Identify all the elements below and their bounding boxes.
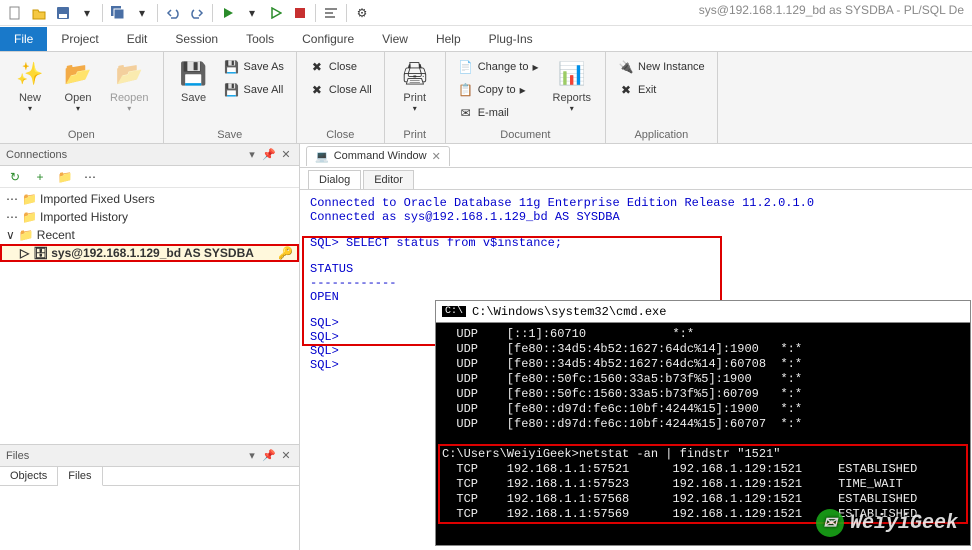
- reopen-button[interactable]: 📂Reopen▾: [104, 56, 155, 115]
- redo-icon[interactable]: [186, 2, 208, 24]
- format-icon[interactable]: [320, 2, 342, 24]
- tree-item[interactable]: ∨📁Recent: [0, 226, 299, 244]
- debug-icon[interactable]: [265, 2, 287, 24]
- print-group-label: Print: [393, 127, 437, 141]
- tab-files[interactable]: Files: [58, 467, 102, 486]
- menu-edit[interactable]: Edit: [113, 27, 162, 51]
- save-button[interactable]: 💾Save: [172, 56, 216, 106]
- close-icon[interactable]: ✕: [432, 150, 441, 163]
- menu-tools[interactable]: Tools: [232, 27, 288, 51]
- save-icon[interactable]: [52, 2, 74, 24]
- dropdown-icon[interactable]: ▾: [241, 2, 263, 24]
- change-to-button[interactable]: 📄Change to▸: [454, 56, 543, 78]
- open-button[interactable]: 📂Open▾: [56, 56, 100, 115]
- reports-button[interactable]: 📊Reports▾: [547, 56, 598, 115]
- save-all-button[interactable]: 💾Save All: [220, 79, 288, 101]
- cmd-window-title[interactable]: C:\ C:\Windows\system32\cmd.exe: [436, 301, 970, 323]
- folder-icon[interactable]: 📁: [54, 166, 76, 188]
- open-icon[interactable]: [28, 2, 50, 24]
- undo-icon[interactable]: [162, 2, 184, 24]
- print-button[interactable]: 🖨Print▾: [393, 56, 437, 115]
- run-icon[interactable]: [217, 2, 239, 24]
- wechat-icon: ✉: [816, 509, 844, 537]
- new-instance-button[interactable]: 🔌New Instance: [614, 56, 709, 78]
- panel-menu-icon[interactable]: ▾: [245, 148, 259, 162]
- terminal-icon: 💻: [315, 150, 329, 163]
- files-body: [0, 486, 299, 550]
- command-window-tab[interactable]: 💻 Command Window ✕: [306, 146, 450, 166]
- menu-session[interactable]: Session: [161, 27, 232, 51]
- connections-title: Connections: [6, 149, 245, 161]
- console-line: Connected as sys@192.168.1.129_bd AS SYS…: [310, 210, 962, 224]
- subtab-dialog[interactable]: Dialog: [308, 170, 361, 189]
- close-all-button[interactable]: ✖Close All: [305, 79, 376, 101]
- dropdown-icon[interactable]: ▾: [76, 2, 98, 24]
- panel-pin-icon[interactable]: 📌: [262, 449, 276, 463]
- stop-icon[interactable]: [289, 2, 311, 24]
- console-line: Connected to Oracle Database 11g Enterpr…: [310, 196, 962, 210]
- menu-file[interactable]: File: [0, 27, 47, 51]
- console-line: SQL> SELECT status from v$instance;: [310, 236, 962, 250]
- new-button[interactable]: ✨New▾: [8, 56, 52, 115]
- defs-icon[interactable]: ⋯: [79, 166, 101, 188]
- files-title: Files: [6, 450, 245, 462]
- cmd-output: UDP [::1]:60710 *:* UDP [fe80::34d5:4b52…: [436, 323, 970, 526]
- panel-close-icon[interactable]: ✕: [279, 449, 293, 463]
- panel-pin-icon[interactable]: 📌: [262, 148, 276, 162]
- tree-item-selected[interactable]: ▷🗄sys@192.168.1.129_bd AS SYSDBA🔑: [0, 244, 299, 262]
- menu-view[interactable]: View: [368, 27, 422, 51]
- panel-close-icon[interactable]: ✕: [279, 148, 293, 162]
- menu-help[interactable]: Help: [422, 27, 475, 51]
- refresh-icon[interactable]: ↻: [4, 166, 26, 188]
- email-button[interactable]: ✉E-mail: [454, 102, 543, 124]
- save-all-icon[interactable]: [107, 2, 129, 24]
- cmd-window[interactable]: C:\ C:\Windows\system32\cmd.exe UDP [::1…: [435, 300, 971, 546]
- menu-bar: File Project Edit Session Tools Configur…: [0, 26, 972, 52]
- menu-project[interactable]: Project: [47, 27, 112, 51]
- window-title: sys@192.168.1.129_bd as SYSDBA - PL/SQL …: [699, 3, 964, 17]
- cmd-icon: C:\: [442, 306, 466, 317]
- watermark: ✉ WeiyiGeek: [816, 509, 958, 537]
- connections-tree[interactable]: ⋯📁Imported Fixed Users ⋯📁Imported Histor…: [0, 188, 299, 444]
- add-icon[interactable]: +: [29, 166, 51, 188]
- new-doc-icon[interactable]: [4, 2, 26, 24]
- tab-objects[interactable]: Objects: [0, 467, 58, 485]
- exit-button[interactable]: ✖Exit: [614, 79, 709, 101]
- save-as-button[interactable]: 💾Save As: [220, 56, 288, 78]
- tree-item[interactable]: ⋯📁Imported History: [0, 208, 299, 226]
- doc-group-label: Document: [454, 127, 597, 141]
- copy-to-button[interactable]: 📋Copy to▸: [454, 79, 543, 101]
- console-line: ------------: [310, 276, 962, 290]
- menu-plugins[interactable]: Plug-Ins: [475, 27, 547, 51]
- ribbon: ✨New▾ 📂Open▾ 📂Reopen▾ Open 💾Save 💾Save A…: [0, 52, 972, 144]
- tree-item[interactable]: ⋯📁Imported Fixed Users: [0, 190, 299, 208]
- save-group-label: Save: [172, 127, 288, 141]
- connections-toolbar: ↻ + 📁 ⋯: [0, 166, 299, 188]
- app-group-label: Application: [614, 127, 709, 141]
- menu-configure[interactable]: Configure: [288, 27, 368, 51]
- tools-icon[interactable]: ⚙: [351, 2, 373, 24]
- open-group-label: Open: [8, 127, 155, 141]
- dropdown-icon[interactable]: ▾: [131, 2, 153, 24]
- close-button[interactable]: ✖Close: [305, 56, 376, 78]
- close-group-label: Close: [305, 127, 376, 141]
- subtab-editor[interactable]: Editor: [363, 170, 414, 189]
- console-line: STATUS: [310, 262, 962, 276]
- panel-menu-icon[interactable]: ▾: [245, 449, 259, 463]
